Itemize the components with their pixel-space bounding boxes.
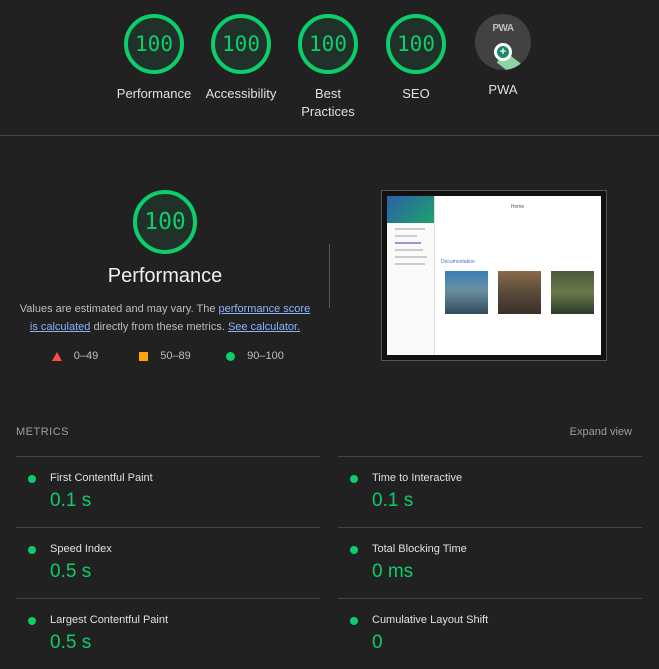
metric-largest-contentful-paint: Largest Contentful Paint 0.5 s — [16, 598, 320, 669]
metric-value: 0.1 s — [50, 490, 92, 511]
sidebar-line — [395, 235, 417, 237]
performance-title: Performance — [107, 265, 223, 287]
score-value: 100 — [222, 32, 260, 56]
legend-range: 90–100 — [247, 350, 284, 362]
metric-name: First Contentful Paint — [50, 472, 153, 484]
category-gauges: 100 Performance 100 Accessibility 100 Be… — [0, 0, 659, 136]
metric-name: Time to Interactive — [372, 472, 463, 484]
score-value: 100 — [135, 32, 173, 56]
square-icon — [139, 351, 149, 361]
doc-card — [445, 271, 488, 314]
vertical-divider — [329, 244, 330, 308]
score-ring: 100 — [386, 14, 446, 74]
doc-card — [551, 271, 594, 314]
gauge-best-practices[interactable]: 100 Best Practices — [278, 14, 378, 121]
pass-circle-icon — [350, 546, 358, 554]
score-ring: 100 — [211, 14, 271, 74]
gauge-performance[interactable]: 100 Performance — [104, 14, 204, 103]
metric-time-to-interactive: Time to Interactive 0.1 s — [338, 456, 642, 527]
pass-circle-icon — [28, 475, 36, 483]
gauge-label: PWA — [488, 82, 518, 97]
pass-circle-icon — [350, 617, 358, 625]
pass-circle-icon — [350, 475, 358, 483]
metrics-heading: METRICS — [16, 426, 69, 438]
screenshot-title: Home — [510, 204, 525, 210]
sidebar-header — [387, 196, 434, 223]
metric-value: 0.1 s — [372, 490, 414, 511]
score-ring: 100 — [298, 14, 358, 74]
sidebar-line — [395, 228, 425, 230]
metric-cumulative-layout-shift: Cumulative Layout Shift 0 — [338, 598, 642, 669]
score-value: 100 — [309, 32, 347, 56]
gauge-label: Performance — [116, 86, 192, 101]
sidebar-line — [395, 263, 425, 265]
gauge-label: Best Practices — [301, 86, 355, 119]
triangle-icon — [51, 351, 62, 361]
metric-name: Cumulative Layout Shift — [372, 614, 489, 626]
desc-middle: directly from these metrics. — [90, 321, 228, 333]
performance-summary: 100 Performance Values are estimated and… — [0, 190, 330, 362]
screenshot-sidebar — [387, 196, 435, 355]
metric-value: 0.5 s — [50, 561, 92, 582]
metric-value: 0 — [372, 632, 383, 653]
metrics-section: METRICS Expand view First Contentful Pai… — [16, 426, 642, 669]
sidebar-line — [395, 242, 421, 244]
metric-value: 0.5 s — [50, 632, 92, 653]
metric-name: Total Blocking Time — [372, 543, 467, 555]
score-legend: 0–49 50–89 90–100 — [0, 350, 330, 362]
metric-speed-index: Speed Index 0.5 s — [16, 527, 320, 598]
pwa-logo-text: PWA — [492, 23, 514, 34]
plus-badge-icon: + — [494, 43, 512, 61]
performance-score: 100 — [144, 209, 186, 235]
score-value: 100 — [397, 32, 435, 56]
metric-value: 0 ms — [372, 561, 414, 582]
circle-icon — [226, 351, 236, 361]
gauge-pwa[interactable]: PWA + PWA — [453, 14, 553, 99]
metric-first-contentful-paint: First Contentful Paint 0.1 s — [16, 456, 320, 527]
gauge-label: SEO — [402, 86, 430, 101]
doc-card — [498, 271, 541, 314]
gauge-label: Accessibility — [205, 86, 277, 101]
pwa-badge-icon: PWA + — [475, 14, 531, 70]
gauge-seo[interactable]: 100 SEO — [366, 14, 466, 103]
legend-fail: 0–49 — [30, 350, 120, 362]
final-screenshot[interactable]: Home Documentation — [381, 190, 607, 361]
gauge-accessibility[interactable]: 100 Accessibility — [191, 14, 291, 103]
performance-score-ring: 100 — [133, 190, 197, 254]
legend-average: 50–89 — [120, 350, 210, 362]
legend-pass: 90–100 — [210, 350, 300, 362]
score-ring: 100 — [124, 14, 184, 74]
performance-description: Values are estimated and may vary. The p… — [15, 300, 315, 336]
sidebar-line — [395, 256, 427, 258]
screenshot-page: Home Documentation — [387, 196, 601, 355]
metric-total-blocking-time: Total Blocking Time 0 ms — [338, 527, 642, 598]
screenshot-heading: Documentation — [441, 259, 475, 265]
expand-view-button[interactable]: Expand view — [570, 426, 632, 456]
pass-circle-icon — [28, 617, 36, 625]
legend-range: 0–49 — [73, 350, 99, 362]
see-calculator-link[interactable]: See calculator. — [228, 321, 300, 333]
metric-name: Largest Contentful Paint — [50, 614, 169, 626]
legend-range: 50–89 — [160, 350, 191, 362]
pass-circle-icon — [28, 546, 36, 554]
sidebar-line — [395, 249, 423, 251]
desc-prefix: Values are estimated and may vary. The — [19, 303, 219, 315]
metric-name: Speed Index — [50, 543, 112, 555]
